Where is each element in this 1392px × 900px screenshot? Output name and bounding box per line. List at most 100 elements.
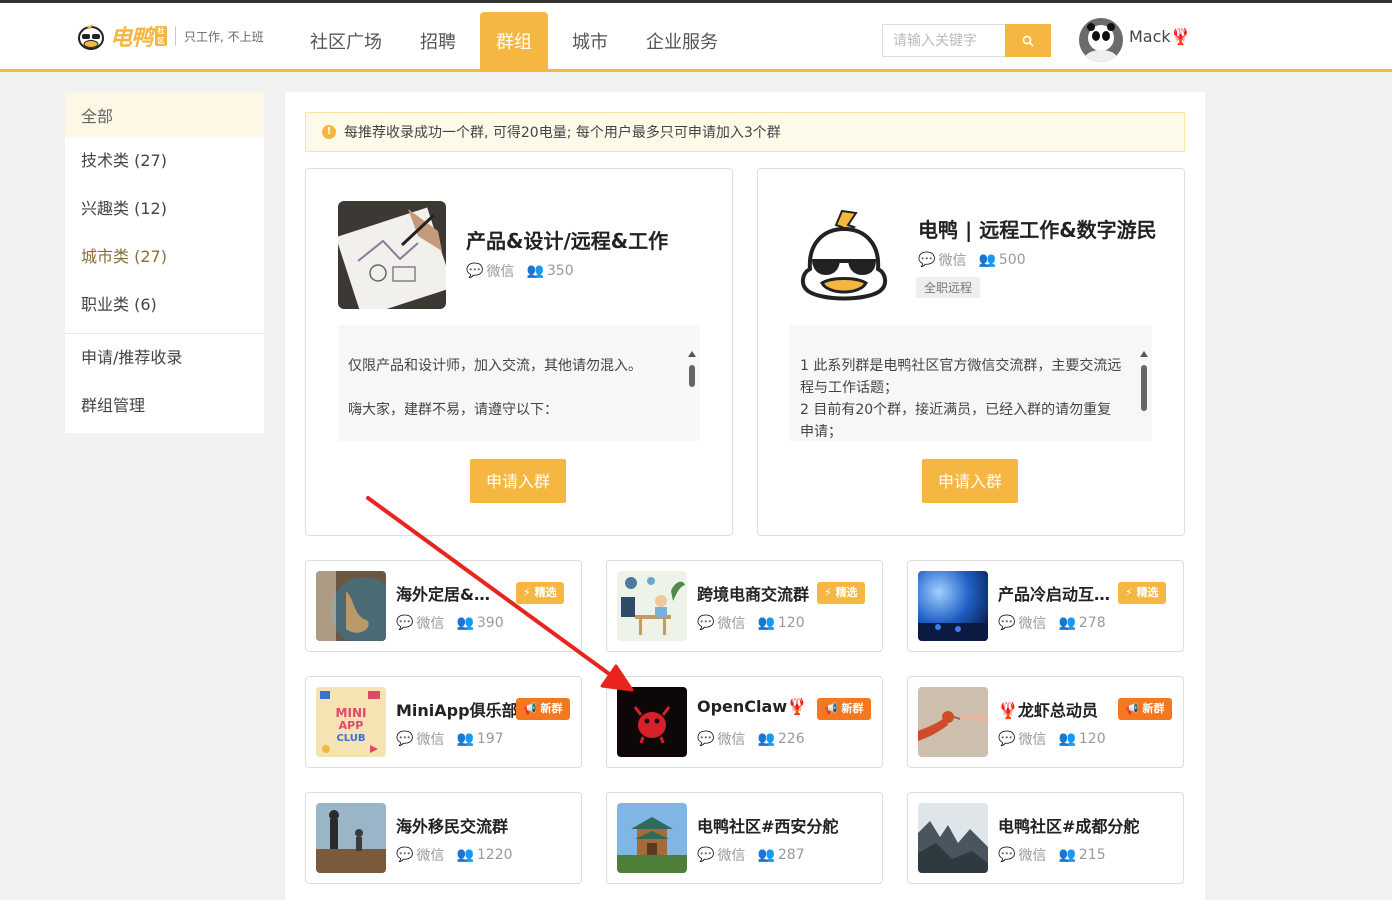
nav-enterprise[interactable]: 企业服务	[632, 12, 732, 72]
scrollbar[interactable]	[684, 325, 700, 441]
sidebar-item-tech[interactable]: 技术类 (27)	[65, 137, 264, 185]
nav-groups[interactable]: 群组	[480, 12, 548, 72]
apply-join-button[interactable]: 申请入群	[470, 459, 566, 503]
group-platform: 微信	[416, 616, 445, 632]
lobster-emoji: 🦞	[1170, 26, 1191, 46]
group-card[interactable]: 电鸭社区#西安分舵 💬 微信 👥 287	[606, 792, 883, 884]
member-count: 120	[777, 615, 805, 631]
wechat-icon: 💬	[466, 263, 484, 279]
members-icon: 👥	[526, 263, 544, 279]
new-badge: 📢 新群	[1118, 698, 1172, 720]
notice-text: 每推荐收录成功一个群, 可得20电量; 每个用户最多只可申请加入3个群	[344, 125, 781, 141]
group-image	[918, 687, 988, 757]
logo[interactable]: 电鸭 社区 只工作, 不上班	[76, 20, 264, 52]
group-title[interactable]: 产品&设计/远程&工作	[466, 225, 668, 254]
nav-jobs[interactable]: 招聘	[406, 12, 470, 72]
group-title[interactable]: OpenClaw🦞	[697, 697, 807, 716]
group-platform: 微信	[416, 732, 445, 748]
member-count: 500	[998, 252, 1026, 268]
group-card[interactable]: 产品冷启动互… ⚡ 精选 💬 微信 👥 278	[907, 560, 1184, 652]
group-meta: 💬 微信 👥 1220	[396, 845, 513, 865]
wechat-icon: 💬	[918, 252, 936, 268]
group-card[interactable]: 海外移民交流群 💬 微信 👥 1220	[305, 792, 582, 884]
group-card[interactable]: MINI APP CLUB MiniApp俱乐部 📢 新群 💬 微信 👥 197	[305, 676, 582, 768]
tag-full-time-remote: 全职远程	[916, 277, 981, 298]
wechat-icon: 💬	[998, 731, 1016, 747]
members-icon: 👥	[757, 731, 775, 747]
sidebar-item-profession[interactable]: 职业类 (6)	[65, 281, 264, 329]
members-icon: 👥	[456, 847, 474, 863]
wechat-icon: 💬	[396, 615, 414, 631]
group-title[interactable]: 产品冷启动互…	[998, 581, 1114, 605]
scrollbar[interactable]	[1136, 325, 1152, 441]
member-count: 278	[1078, 615, 1106, 631]
member-count: 226	[777, 731, 805, 747]
sidebar-item-group-manage[interactable]: 群组管理	[65, 382, 264, 430]
group-meta: 💬 微信 👥 278	[998, 613, 1106, 633]
group-image	[918, 803, 988, 873]
group-title[interactable]: 🦞龙虾总动员	[998, 697, 1098, 721]
group-description[interactable]: 仅限产品和设计师，加入交流，其他请勿混入。 嗨大家，建群不易，请遵守以下： ①此…	[338, 325, 700, 441]
group-description[interactable]: 1 此系列群是电鸭社区官方微信交流群，主要交流远程与工作话题； 2 目前有20个…	[790, 325, 1152, 441]
group-meta: 💬 微信 👥 226	[697, 729, 805, 749]
group-title[interactable]: 海外定居&旅行	[396, 581, 496, 605]
logo-divider	[175, 26, 177, 46]
group-title[interactable]: 电鸭社区#西安分舵	[697, 813, 838, 837]
group-platform: 微信	[717, 732, 746, 748]
group-title[interactable]: 海外移民交流群	[396, 813, 508, 837]
info-icon: !	[322, 125, 336, 139]
wechat-icon: 💬	[998, 847, 1016, 863]
member-count: 390	[476, 615, 504, 631]
members-icon: 👥	[1058, 615, 1076, 631]
group-card[interactable]: 海外定居&旅行 ⚡ 精选 💬 微信 👥 390	[305, 560, 582, 652]
search-input[interactable]	[882, 24, 1005, 57]
svg-text:MINI: MINI	[336, 706, 367, 720]
sidebar-item-interest[interactable]: 兴趣类 (12)	[65, 185, 264, 233]
nav-community[interactable]: 社区广场	[296, 12, 396, 72]
apply-join-button[interactable]: 申请入群	[922, 459, 1018, 503]
members-icon: 👥	[1058, 847, 1076, 863]
wechat-icon: 💬	[998, 615, 1016, 631]
logo-badge: 社区	[155, 26, 168, 46]
featured-badge: ⚡ 精选	[1118, 582, 1166, 604]
search-icon	[1022, 35, 1034, 47]
username-text: Mack	[1129, 26, 1171, 46]
featured-card[interactable]: 产品&设计/远程&工作 💬 微信 👥 350 仅限产品和设计师，加入交流，其他请勿混…	[305, 168, 733, 536]
group-meta: 💬 微信 👥 215	[998, 845, 1106, 865]
svg-text:APP: APP	[339, 719, 364, 732]
group-card[interactable]: 电鸭社区#成都分舵 💬 微信 👥 215	[907, 792, 1184, 884]
group-meta: 💬 微信 👥 350	[466, 261, 574, 281]
sidebar-item-all[interactable]: 全部	[65, 92, 264, 137]
group-card[interactable]: 🦞龙虾总动员 📢 新群 💬 微信 👥 120	[907, 676, 1184, 768]
members-icon: 👥	[757, 615, 775, 631]
user-menu[interactable]: Mack🦞	[1079, 18, 1191, 62]
group-platform: 微信	[717, 848, 746, 864]
group-meta: 💬 微信 👥 120	[697, 613, 805, 633]
group-title[interactable]: MiniApp俱乐部	[396, 697, 518, 721]
sidebar-item-apply-recommend[interactable]: 申请/推荐收录	[65, 334, 264, 382]
member-count: 350	[546, 263, 574, 279]
username[interactable]: Mack🦞	[1129, 27, 1191, 46]
featured-card[interactable]: 电鸭 | 远程工作&数字游民 💬 微信 👥 500 全职远程 1 此系列群是电鸭社区…	[757, 168, 1185, 536]
nav-cities[interactable]: 城市	[558, 12, 622, 72]
group-title[interactable]: 电鸭社区#成都分舵	[998, 813, 1139, 837]
wechat-icon: 💬	[697, 847, 715, 863]
group-title[interactable]: 跨境电商交流群	[697, 581, 809, 605]
badge-label: 精选	[835, 586, 858, 599]
group-card[interactable]: OpenClaw🦞 📢 新群 💬 微信 👥 226	[606, 676, 883, 768]
group-meta: 💬 微信 👥 120	[998, 729, 1106, 749]
group-title[interactable]: 电鸭 | 远程工作&数字游民	[918, 214, 1157, 243]
search-button[interactable]	[1005, 24, 1051, 57]
members-icon: 👥	[456, 615, 474, 631]
member-count: 120	[1078, 731, 1106, 747]
featured-badge: ⚡ 精选	[817, 582, 865, 604]
avatar[interactable]	[1079, 18, 1123, 62]
sidebar-item-city[interactable]: 城市类 (27)	[65, 233, 264, 281]
group-description-text: 1 此系列群是电鸭社区官方微信交流群，主要交流远程与工作话题； 2 目前有20个…	[800, 358, 1122, 440]
logo-slogan: 只工作, 不上班	[184, 29, 264, 44]
wechat-icon: 💬	[396, 847, 414, 863]
group-platform: 微信	[1018, 848, 1047, 864]
group-card[interactable]: 跨境电商交流群 ⚡ 精选 💬 微信 👥 120	[606, 560, 883, 652]
wechat-icon: 💬	[396, 731, 414, 747]
group-description-text: 仅限产品和设计师，加入交流，其他请勿混入。 嗨大家，建群不易，请遵守以下： ①此…	[348, 358, 642, 418]
